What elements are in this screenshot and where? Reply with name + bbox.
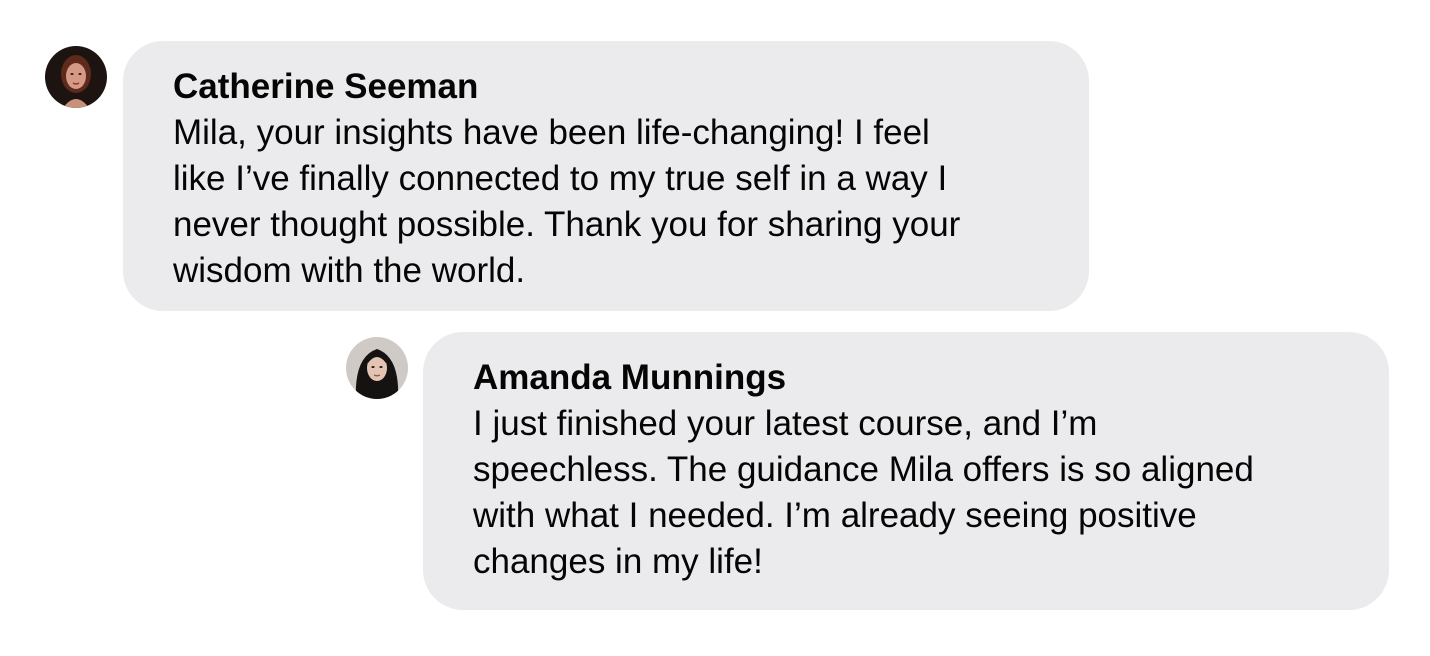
comment-text-line: speechless. The guidance Mila offers is … bbox=[473, 450, 1254, 489]
comment-text-line: I just finished your latest course, and … bbox=[473, 404, 1098, 443]
comment-text: Mila, your insights have been life-chang… bbox=[173, 110, 1041, 294]
comment-text-line: wisdom with the world. bbox=[173, 251, 526, 290]
avatar-amanda-munnings[interactable] bbox=[346, 337, 408, 399]
avatar-photo-icon bbox=[45, 46, 107, 108]
comment-text: I just finished your latest course, and … bbox=[473, 401, 1341, 585]
avatar-catherine-seeman[interactable] bbox=[45, 46, 107, 108]
comment-author[interactable]: Catherine Seeman bbox=[173, 66, 1041, 108]
comment-author[interactable]: Amanda Munnings bbox=[473, 357, 1341, 399]
comment-text-line: changes in my life! bbox=[473, 542, 763, 581]
comment-bubble: Catherine Seeman Mila, your insights hav… bbox=[123, 41, 1089, 311]
comment-text-line: with what I needed. I’m already seeing p… bbox=[473, 496, 1197, 535]
comment-bubble: Amanda Munnings I just finished your lat… bbox=[423, 332, 1389, 610]
comment-text-line: like I’ve finally connected to my true s… bbox=[173, 159, 948, 198]
comment-text-line: never thought possible. Thank you for sh… bbox=[173, 205, 961, 244]
avatar-photo-icon bbox=[346, 337, 408, 399]
comment-text-line: Mila, your insights have been life-chang… bbox=[173, 113, 930, 152]
